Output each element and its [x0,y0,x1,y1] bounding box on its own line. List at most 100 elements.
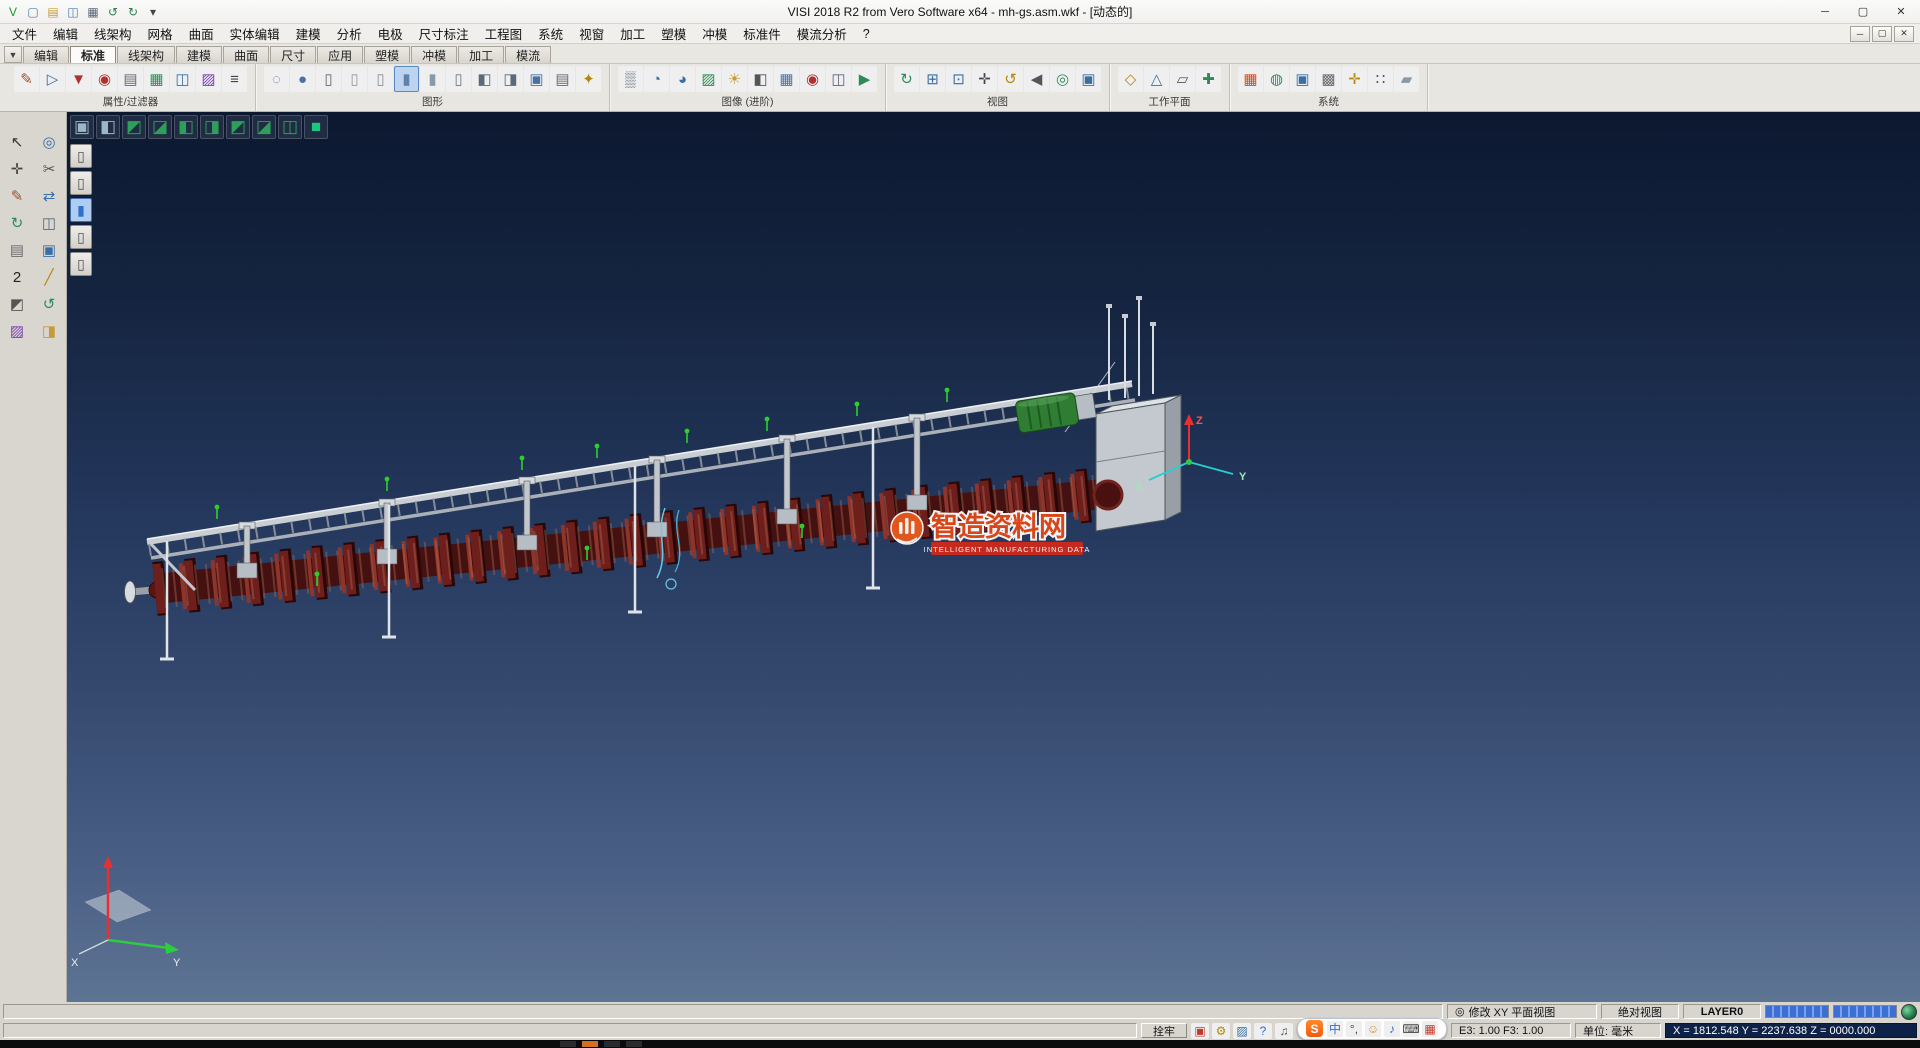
viewport-layout-icon[interactable]: ▣ [70,115,94,139]
cylinder-hidden-icon[interactable]: ▯ [342,66,367,92]
snapshot-icon[interactable]: ◫ [826,66,851,92]
layers-icon[interactable]: ▤ [4,238,30,262]
shadow-icon[interactable]: ◧ [748,66,773,92]
mdi-minimize-button[interactable]: ─ [1850,26,1870,42]
system-globe-icon[interactable]: ◍ [1264,66,1289,92]
taskbar-item-active[interactable] [582,1041,598,1047]
trim-icon[interactable]: ✂ [36,157,62,181]
lights-icon[interactable]: ☀ [722,66,747,92]
copy-attributes-icon[interactable]: ▷ [40,66,65,92]
layer-filter-icon[interactable]: ▤ [118,66,143,92]
iso-view-3-cube-icon[interactable]: ◪ [252,115,276,139]
taskbar-item[interactable] [604,1041,620,1047]
solid-stack-icon[interactable]: ▣ [524,66,549,92]
solid-list-icon[interactable]: ▤ [550,66,575,92]
edit-attributes-icon[interactable]: ✎ [14,66,39,92]
solid-group-icon[interactable]: ◧ [472,66,497,92]
app-logo-icon[interactable]: V [4,3,22,21]
render-mode-icon[interactable]: ◧ [96,115,120,139]
iso-view-4-cube-icon[interactable]: ◫ [278,115,302,139]
fullscreen-view-icon[interactable]: ▣ [1076,66,1101,92]
help-tray-icon[interactable]: ? [1254,1023,1272,1039]
magnet-filter-icon[interactable]: ◉ [92,66,117,92]
two-d-view-icon[interactable]: 2 [4,265,30,289]
cylinder-solid-icon[interactable]: ▮ [394,66,419,92]
undo-icon[interactable]: ↺ [104,3,122,21]
workplane-3point-icon[interactable]: △ [1144,66,1169,92]
new-file-icon[interactable]: ▢ [24,3,42,21]
workplane-view-mode[interactable]: ◎ 修改 XY 平面视图 [1447,1004,1597,1019]
ime-punct-icon[interactable]: °, [1346,1021,1362,1037]
reflection-icon[interactable]: ◕ [670,66,695,92]
reset-filter-icon[interactable]: ≡ [222,66,247,92]
mirror-icon[interactable]: ◫ [36,211,62,235]
refresh-view-icon[interactable]: ↻ [894,66,919,92]
doc-slot-5-icon[interactable]: ▯ [70,252,92,276]
materials-icon[interactable]: ▨ [696,66,721,92]
render-icon[interactable]: ◉ [800,66,825,92]
shaded-display-icon[interactable]: ● [290,66,315,92]
capture-icon[interactable]: ▣ [1191,1023,1209,1039]
background-icon[interactable]: ▦ [774,66,799,92]
taskbar-item[interactable] [626,1041,642,1047]
doc-slot-3-icon[interactable]: ▮ [70,198,92,222]
taskbar-item[interactable] [560,1041,576,1047]
close-button[interactable]: ✕ [1882,0,1920,23]
units-indicator[interactable]: 单位: 毫米 [1575,1023,1661,1038]
side-view-cube-icon[interactable]: ◧ [174,115,198,139]
plane-display-icon[interactable]: ▰ [1394,66,1419,92]
workplane-xy-icon[interactable]: ◇ [1118,66,1143,92]
ime-toolbox-icon[interactable]: ▦ [1422,1021,1438,1037]
globe-status-icon[interactable] [1901,1004,1917,1020]
cylinder-shadow-icon[interactable]: ▮ [420,66,445,92]
select-icon[interactable]: ↖ [4,130,30,154]
mdi-close-button[interactable]: ✕ [1894,26,1914,42]
snap-lock-button[interactable]: 拴牢 [1141,1023,1187,1038]
ime-emoji-icon[interactable]: ☺ [1365,1021,1381,1037]
cylinder-dashed-icon[interactable]: ▯ [368,66,393,92]
windows-taskbar[interactable] [0,1040,1920,1048]
cylinder-outline-icon[interactable]: ▯ [316,66,341,92]
ime-lang-icon[interactable]: 中 [1327,1021,1343,1037]
undo-history-icon[interactable]: ↺ [36,292,62,316]
sketch-icon[interactable]: ✎ [4,184,30,208]
viewport-3d[interactable]: ▣◧◩◪◧◨◩◪◫■ ▯▯▮▯▯ [67,112,1920,1002]
workplane-view-icon[interactable]: ▱ [1170,66,1195,92]
maximize-button[interactable]: ▢ [1844,0,1882,23]
print-icon[interactable]: ▦ [84,3,102,21]
doc-slot-1-icon[interactable]: ▯ [70,144,92,168]
doc-slot-4-icon[interactable]: ▯ [70,225,92,249]
spark-icon[interactable]: ✦ [576,66,601,92]
pan-icon[interactable]: ✛ [4,157,30,181]
measure-icon[interactable]: ╱ [36,265,62,289]
shaded-cube-icon[interactable]: ■ [304,115,328,139]
ime-logo-icon[interactable]: S [1306,1020,1323,1037]
snap-settings-icon[interactable]: ✛ [1342,66,1367,92]
zoom-icon[interactable]: ◎ [36,130,62,154]
ime-keyboard-icon[interactable]: ⌨ [1403,1021,1419,1037]
animation-icon[interactable]: ▶ [852,66,877,92]
tabbar-dropdown-icon[interactable]: ▼ [4,46,22,63]
advanced-shade-icon[interactable]: ▒ [618,66,643,92]
move-icon[interactable]: ⇄ [36,184,62,208]
matrix-icon[interactable]: ∷ [1368,66,1393,92]
mdi-restore-button[interactable]: ▢ [1872,26,1892,42]
type-filter-icon[interactable]: ◫ [170,66,195,92]
color-settings-icon[interactable]: ▦ [1238,66,1263,92]
sound-icon[interactable]: ♫ [1275,1023,1293,1039]
quick-access-dropdown-icon[interactable]: ▾ [144,3,162,21]
zoom-window-icon[interactable]: ⊞ [920,66,945,92]
front-view-cube-icon[interactable]: ◩ [122,115,146,139]
rotate-view-icon[interactable]: ↺ [998,66,1023,92]
grid-settings-icon[interactable]: ▩ [1316,66,1341,92]
zoom-fit-icon[interactable]: ⊡ [946,66,971,92]
save-file-icon[interactable]: ◫ [64,3,82,21]
info-icon[interactable]: ◩ [4,292,30,316]
dynamic-view-icon[interactable]: ◎ [1050,66,1075,92]
palette-icon[interactable]: ▨ [1233,1023,1251,1039]
workplane-reset-icon[interactable]: ✚ [1196,66,1221,92]
minimize-button[interactable]: ─ [1806,0,1844,23]
top-view-cube-icon[interactable]: ◪ [148,115,172,139]
cylinder-ghost-icon[interactable]: ▯ [446,66,471,92]
redo-icon[interactable]: ↻ [124,3,142,21]
